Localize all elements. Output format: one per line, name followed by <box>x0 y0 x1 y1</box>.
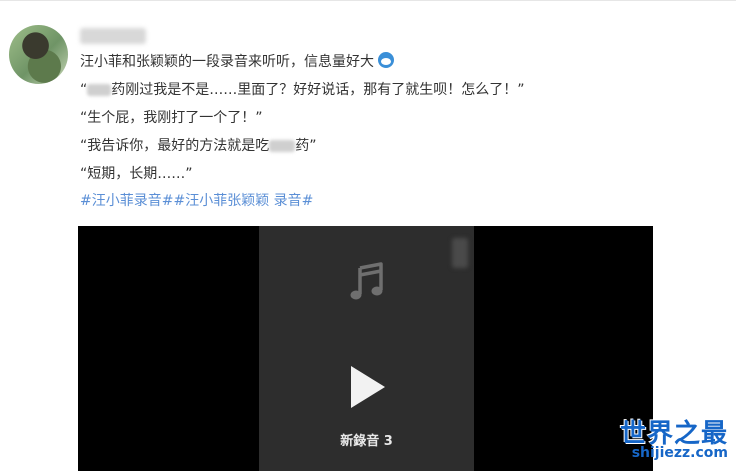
watermark-url: shijiezz.com <box>631 445 728 461</box>
quote-line-3: “我告诉你，最好的方法就是吃 药” <box>80 136 700 156</box>
quote-line-2: “生个屁，我刚打了一个了！” <box>80 108 700 128</box>
recording-title: 新錄音 3 <box>340 434 393 449</box>
play-icon[interactable] <box>347 364 387 410</box>
blurred-button <box>452 238 468 268</box>
quote2-text: “生个屁，我刚打了一个了！” <box>80 110 263 126</box>
censored-blur <box>269 140 296 152</box>
avatar[interactable] <box>9 25 68 84</box>
doraemon-emoji-icon <box>378 52 394 68</box>
quote-line-4: “短期，长期……” <box>80 164 700 184</box>
quote-line-1: “ 药刚过我是不是……里面了？好好说话，那有了就生呗！怎么了！” <box>80 80 700 100</box>
post-title-line: 汪小菲和张颖颖的一段录音来听听，信息量好大 <box>80 52 700 72</box>
post-title-text: 汪小菲和张颖颖的一段录音来听听，信息量好大 <box>80 54 374 70</box>
hashtag-links[interactable]: #汪小菲录音##汪小菲张颖颖 录音# <box>80 193 313 209</box>
quote3-text-end: 药” <box>295 138 317 154</box>
watermark: 世界之最 shijiezz.com <box>606 413 734 469</box>
quote1-text: 药刚过我是不是……里面了？好好说话，那有了就生呗！怎么了！” <box>111 82 525 98</box>
post-body: 汪小菲和张颖颖的一段录音来听听，信息量好大 “ 药刚过我是不是……里面了？好好说话… <box>80 52 700 211</box>
video-player[interactable]: 新錄音 3 <box>78 226 653 471</box>
quote1-open: “ <box>80 82 88 98</box>
username-blurred[interactable] <box>80 28 146 44</box>
top-divider <box>0 0 736 1</box>
quote3-text-start: “我告诉你，最好的方法就是吃 <box>80 138 270 154</box>
music-note-icon <box>350 262 383 300</box>
hashtags-line[interactable]: #汪小菲录音##汪小菲张颖颖 录音# <box>80 191 700 211</box>
quote4-text: “短期，长期……” <box>80 166 193 182</box>
censored-blur <box>87 84 112 96</box>
phone-recording-screen: 新錄音 3 <box>259 226 474 471</box>
